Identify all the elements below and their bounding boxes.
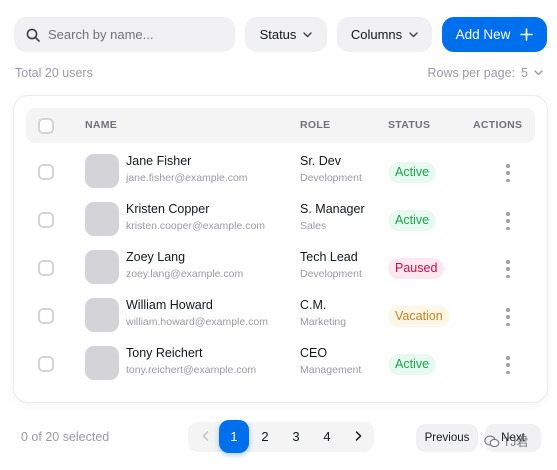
avatar: [85, 250, 119, 284]
row-checkbox[interactable]: [38, 164, 54, 180]
columns-filter-button[interactable]: Columns: [337, 17, 432, 52]
search-input[interactable]: [48, 27, 218, 42]
more-actions-icon[interactable]: [504, 260, 512, 278]
row-checkbox[interactable]: [38, 308, 54, 324]
user-team: Development: [300, 268, 362, 280]
more-actions-icon[interactable]: [504, 164, 512, 182]
columns-filter-label: Columns: [350, 27, 403, 42]
header-actions: ACTIONS: [473, 119, 523, 131]
avatar: [85, 154, 119, 188]
rows-per-page-select[interactable]: Rows per page: 5: [427, 66, 543, 80]
search-box[interactable]: [14, 17, 235, 52]
rows-per-page-label: Rows per page:: [427, 66, 516, 80]
user-team: Management: [300, 364, 362, 376]
user-name: Jane Fisher: [126, 154, 192, 168]
user-role: S. Manager: [300, 202, 365, 216]
search-icon: [26, 28, 40, 42]
rows-per-page-value: 5: [521, 66, 528, 80]
more-actions-icon[interactable]: [504, 356, 512, 374]
user-email: jane.fisher@example.com: [126, 172, 248, 184]
status-badge: Vacation: [388, 306, 450, 327]
table-row[interactable]: Kristen Copper kristen.cooper@example.co…: [26, 196, 535, 244]
row-checkbox[interactable]: [38, 212, 54, 228]
page-3-button[interactable]: 3: [281, 422, 311, 452]
more-actions-icon[interactable]: [504, 212, 512, 230]
table-row[interactable]: Jane Fisher jane.fisher@example.com Sr. …: [26, 148, 535, 196]
avatar: [85, 346, 119, 380]
table-row[interactable]: William Howard william.howard@example.co…: [26, 292, 535, 340]
status-badge: Paused: [388, 258, 445, 279]
prev-page-icon[interactable]: [190, 422, 220, 452]
chevron-down-icon: [409, 31, 418, 37]
user-role: Sr. Dev: [300, 154, 341, 168]
user-email: tony.reichert@example.com: [126, 364, 257, 376]
user-email: zoey.lang@example.com: [126, 268, 244, 280]
status-filter-button[interactable]: Status: [245, 17, 327, 52]
user-name: Zoey Lang: [126, 250, 186, 264]
more-actions-icon[interactable]: [504, 308, 512, 326]
add-new-button[interactable]: Add New: [442, 17, 547, 52]
add-new-label: Add New: [455, 27, 511, 42]
user-role: CEO: [300, 346, 328, 360]
status-filter-label: Status: [259, 27, 297, 42]
chevron-down-icon: [303, 31, 313, 37]
status-badge: Active: [388, 354, 437, 375]
row-checkbox[interactable]: [38, 356, 54, 372]
status-badge: Active: [388, 162, 437, 183]
watermark-text: TJ君: [503, 435, 529, 449]
user-team: Development: [300, 172, 362, 184]
page-2-button[interactable]: 2: [250, 422, 280, 452]
user-team: Sales: [300, 220, 327, 232]
toolbar: Status Columns Add New: [14, 17, 547, 52]
chevron-down-icon: [534, 70, 543, 76]
select-all-checkbox[interactable]: [38, 117, 54, 134]
avatar: [85, 202, 119, 236]
previous-button[interactable]: Previous: [416, 424, 478, 452]
user-email: kristen.cooper@example.com: [126, 220, 266, 232]
user-name: Kristen Copper: [126, 202, 210, 216]
status-badge: Active: [388, 210, 437, 231]
avatar: [85, 298, 119, 332]
wechat-icon: [484, 435, 500, 448]
users-table: NAME ROLE STATUS ACTIONS Jane Fisher jan…: [14, 96, 547, 402]
header-name[interactable]: NAME: [85, 108, 117, 143]
user-role: Tech Lead: [300, 250, 358, 264]
header-status[interactable]: STATUS: [388, 108, 430, 143]
header-role[interactable]: ROLE: [300, 108, 330, 143]
selection-count: 0 of 20 selected: [21, 430, 110, 444]
next-page-icon[interactable]: [343, 422, 373, 452]
pagination: 1 2 3 4: [188, 420, 374, 453]
plus-icon: [520, 28, 534, 41]
row-checkbox[interactable]: [38, 260, 54, 276]
watermark: TJ君: [484, 433, 528, 450]
user-name: William Howard: [126, 298, 213, 312]
page-4-button[interactable]: 4: [312, 422, 342, 452]
table-row[interactable]: Zoey Lang zoey.lang@example.com Tech Lea…: [26, 244, 535, 292]
user-email: william.howard@example.com: [126, 316, 268, 328]
user-name: Tony Reichert: [126, 346, 203, 360]
user-role: C.M.: [300, 298, 327, 312]
table-header: NAME ROLE STATUS ACTIONS: [26, 108, 535, 143]
page-1-button[interactable]: 1: [219, 420, 249, 453]
user-team: Marketing: [300, 316, 347, 328]
table-row[interactable]: Tony Reichert tony.reichert@example.com …: [26, 340, 535, 388]
total-users-text: Total 20 users: [15, 66, 93, 80]
